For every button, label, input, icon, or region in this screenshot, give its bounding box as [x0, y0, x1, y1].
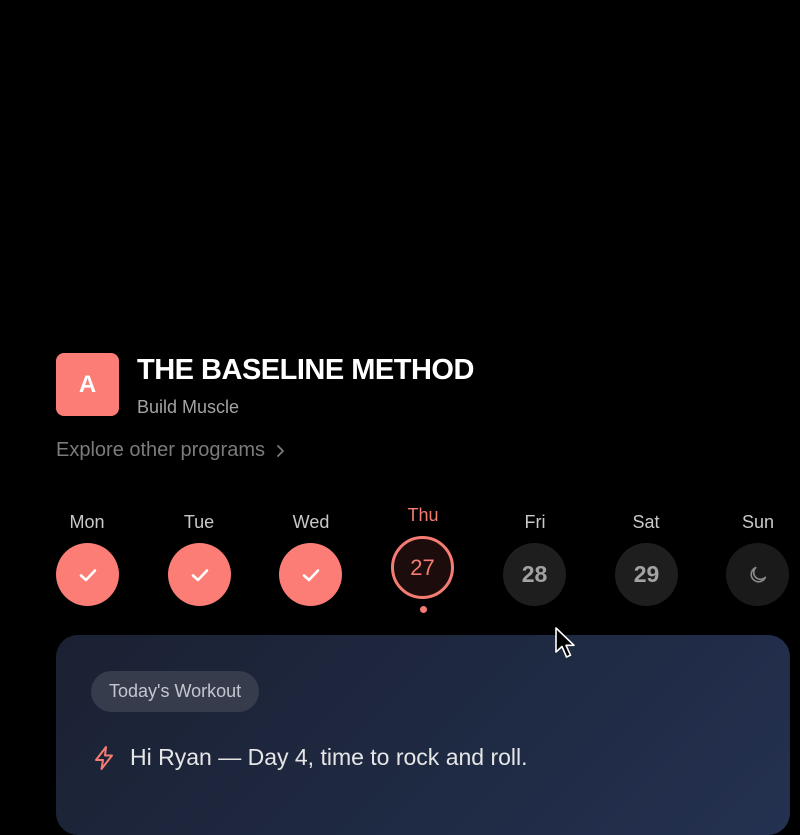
day-sun-button[interactable] — [726, 543, 789, 606]
day-thu-date: 27 — [410, 554, 435, 580]
day-label-wed: Wed — [292, 512, 330, 532]
day-label-thu: Thu — [407, 505, 439, 525]
workout-greeting: Hi Ryan — Day 4, time to rock and roll. — [130, 744, 528, 770]
todays-workout-card[interactable]: Today's Workout Hi Ryan — Day 4, time to… — [56, 635, 790, 835]
mouse-cursor-icon — [555, 627, 575, 658]
workout-greeting-row: Hi Ryan — Day 4, time to rock and roll. — [92, 744, 528, 771]
day-tue-button[interactable] — [168, 543, 231, 606]
day-mon-button[interactable] — [56, 543, 119, 606]
check-icon — [191, 568, 208, 581]
day-label-fri: Fri — [524, 512, 546, 532]
day-fri-date: 28 — [521, 561, 548, 587]
program-subtitle: Build Muscle — [137, 397, 240, 417]
todays-workout-badge: Today's Workout — [91, 671, 260, 712]
check-icon — [79, 568, 96, 581]
program-logo-letter: A — [78, 370, 97, 398]
program-title: THE BASELINE METHOD — [137, 354, 474, 386]
day-fri-button[interactable]: 28 — [503, 543, 566, 606]
moon-icon — [749, 566, 766, 583]
check-icon — [302, 568, 319, 581]
chevron-right-icon — [275, 444, 285, 458]
day-sat-button[interactable]: 29 — [615, 543, 678, 606]
day-thu-button[interactable]: 27 — [391, 536, 454, 599]
explore-programs-label: Explore other programs — [56, 439, 265, 461]
day-sat-date: 29 — [633, 561, 660, 587]
explore-programs-link[interactable]: Explore other programs — [56, 439, 285, 462]
day-label-tue: Tue — [183, 512, 215, 532]
day-wed-button[interactable] — [279, 543, 342, 606]
program-logo: A — [56, 353, 119, 416]
day-label-mon: Mon — [69, 512, 105, 532]
day-label-sun: Sun — [741, 512, 775, 532]
day-label-sat: Sat — [632, 512, 660, 532]
lightning-icon — [95, 745, 113, 770]
today-indicator-dot — [420, 606, 427, 613]
